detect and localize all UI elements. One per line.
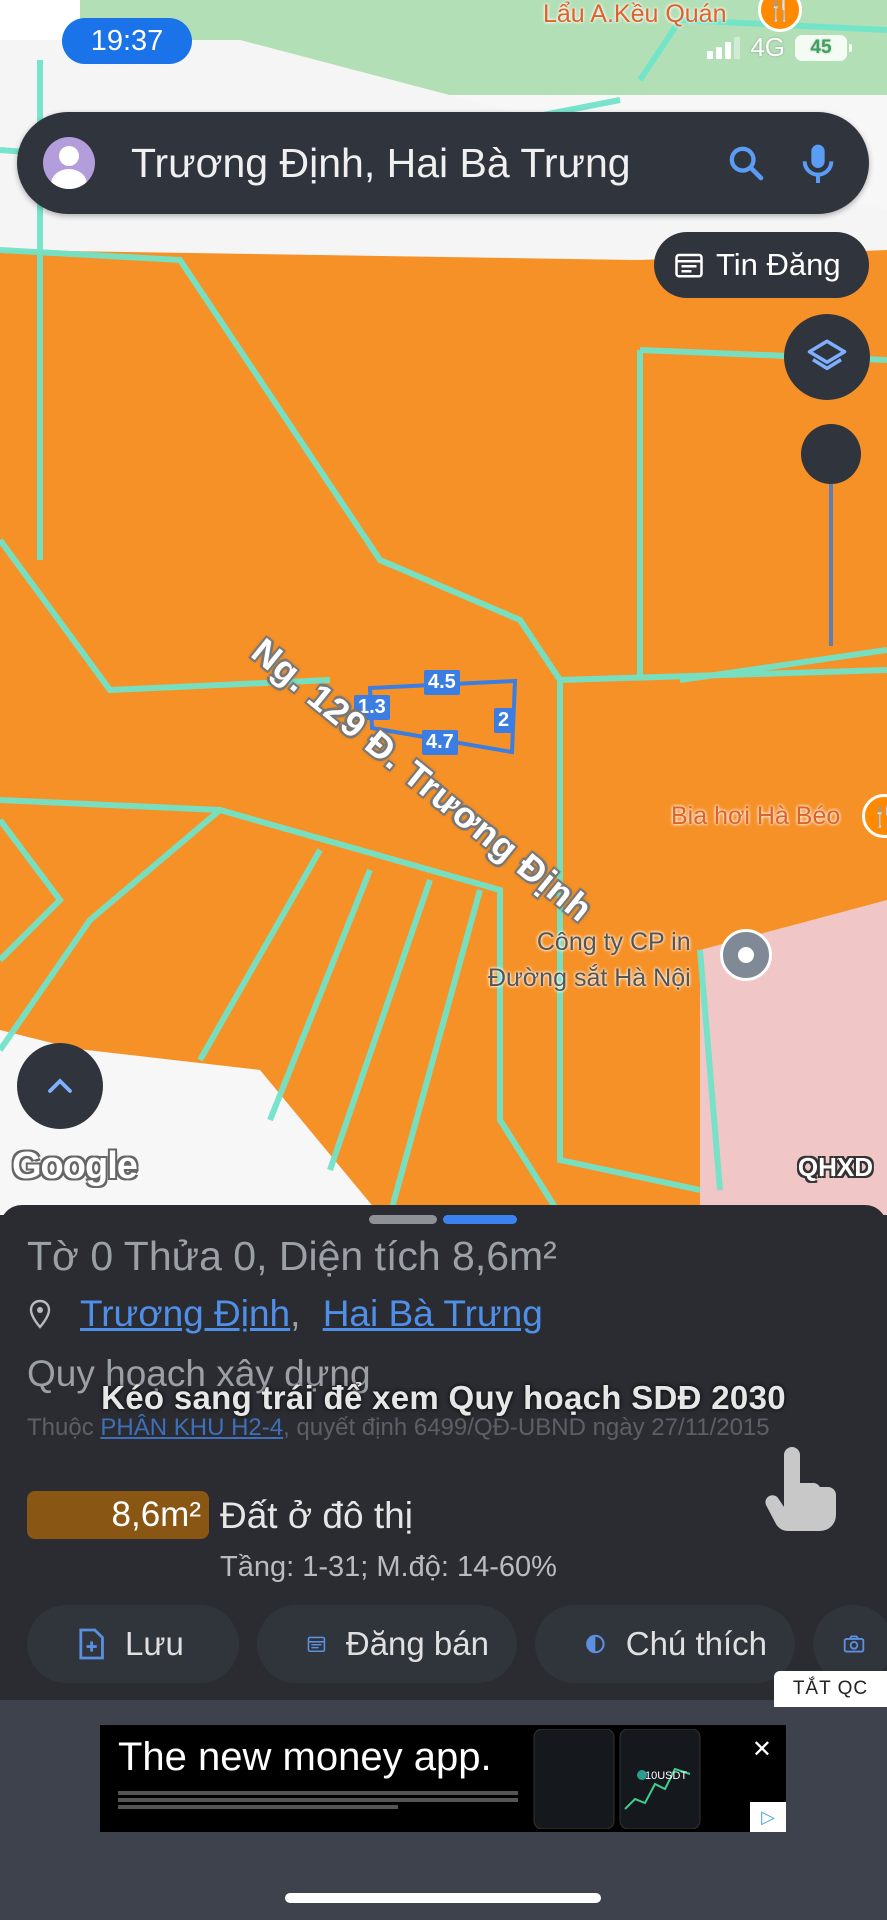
parcel-title: Tờ 0 Thửa 0, Diện tích 8,6m² <box>27 1233 557 1279</box>
address-street-link[interactable]: Trương Định <box>80 1293 290 1334</box>
google-logo: Google <box>12 1145 138 1187</box>
save-button[interactable]: Lưu <box>27 1605 239 1683</box>
parcel-dimension-label: 2 <box>494 708 514 733</box>
opacity-slider-track[interactable] <box>829 480 833 646</box>
address-separator: , <box>290 1293 301 1334</box>
ad-coin-text: 10USDT <box>645 1770 687 1782</box>
post-sale-button-label: Đăng bán <box>345 1625 489 1662</box>
expand-sheet-button[interactable] <box>17 1043 103 1129</box>
parcel-dimension-label: 4.7 <box>422 730 458 755</box>
plan-zone-link[interactable]: PHÂN KHU H2-4 <box>100 1414 283 1441</box>
camera-icon <box>843 1635 865 1653</box>
action-bar: Lưu Đăng bán Chú thích <box>27 1605 887 1683</box>
land-details: Tầng: 1-31; M.độ: 14-60% <box>220 1551 557 1583</box>
tin-dang-label: Tin Đăng <box>716 247 841 282</box>
legend-button[interactable]: Chú thích <box>535 1605 795 1683</box>
ad-phone-image: 10USDT <box>533 1729 701 1829</box>
swipe-hint: Kéo sang trái để xem Quy hoạch SDĐ 2030 <box>101 1379 786 1416</box>
poi-label-bia-hoi[interactable]: Bia hơi Hà Béo <box>671 802 840 831</box>
map-view[interactable]: 4.5 1.3 2 4.7 Ng. 129 Đ. Trương Định Lẩu… <box>0 0 887 1215</box>
address-district-link[interactable]: Hai Bà Trưng <box>323 1293 543 1334</box>
poi-label-lau-a-keu[interactable]: Lẩu A.Kều Quán <box>543 0 726 29</box>
status-indicators: 4G 45 <box>707 32 852 63</box>
microphone-icon[interactable] <box>793 138 843 188</box>
save-button-label: Lưu <box>125 1625 184 1662</box>
location-pin-icon[interactable] <box>720 929 772 981</box>
sheet-handle[interactable] <box>369 1215 437 1224</box>
address-row: Trương Định, Hai Bà Trưng <box>28 1293 543 1335</box>
land-type: Đất ở đô thị <box>220 1495 413 1536</box>
search-bar[interactable]: Trương Định, Hai Bà Trưng <box>17 112 869 214</box>
avatar[interactable] <box>43 137 95 189</box>
home-indicator[interactable] <box>285 1893 601 1903</box>
plan-prefix: Thuộc <box>27 1414 94 1441</box>
location-icon <box>29 1299 51 1329</box>
chevron-up-icon <box>48 1078 72 1093</box>
tin-dang-button[interactable]: Tin Đăng <box>654 232 869 298</box>
poi-label-line: Công ty CP in <box>536 928 691 956</box>
ad-banner[interactable]: The new money app. 10USDT ✕ ▷ <box>100 1725 786 1832</box>
area-badge: 8,6m² <box>27 1491 209 1539</box>
parcel-dimension-label: 4.5 <box>424 670 460 695</box>
parcel-info-sheet[interactable]: Tờ 0 Thửa 0, Diện tích 8,6m² Trương Định… <box>0 1205 887 1700</box>
search-icon[interactable] <box>721 138 771 188</box>
poi-label-line: Đường sắt Hà Nội <box>488 964 691 992</box>
file-plus-icon <box>79 1628 104 1660</box>
swipe-hand-icon <box>762 1443 838 1540</box>
calendar-icon <box>307 1636 326 1653</box>
coin-icon <box>637 1770 647 1780</box>
plan-suffix: , quyết định 6499/QĐ-UBND ngày 27/11/201… <box>283 1414 770 1441</box>
layer-code-label: QHXD <box>797 1152 873 1182</box>
legend-button-label: Chú thích <box>625 1625 767 1662</box>
close-icon[interactable]: ✕ <box>752 1735 772 1764</box>
ad-fine-print <box>118 1791 518 1809</box>
signal-icon <box>707 36 741 59</box>
ad-headline: The new money app. <box>118 1735 492 1779</box>
network-type: 4G <box>750 32 785 62</box>
hide-ads-button[interactable]: TẮT QC <box>774 1671 887 1707</box>
ad-choices-icon[interactable]: ▷ <box>750 1802 786 1832</box>
layers-icon <box>807 339 847 371</box>
battery-icon: 45 <box>795 34 852 61</box>
contrast-icon <box>586 1634 605 1654</box>
sheet-handle-active[interactable] <box>443 1215 517 1224</box>
opacity-slider-handle[interactable] <box>801 424 861 484</box>
search-input[interactable]: Trương Định, Hai Bà Trưng <box>131 140 721 187</box>
layers-button[interactable] <box>784 314 870 400</box>
listing-icon <box>675 253 703 278</box>
poi-label-cong-ty[interactable]: Công ty CP in Đường sắt Hà Nội <box>488 924 691 996</box>
status-time: 19:37 <box>62 18 192 64</box>
post-sale-button[interactable]: Đăng bán <box>257 1605 517 1683</box>
